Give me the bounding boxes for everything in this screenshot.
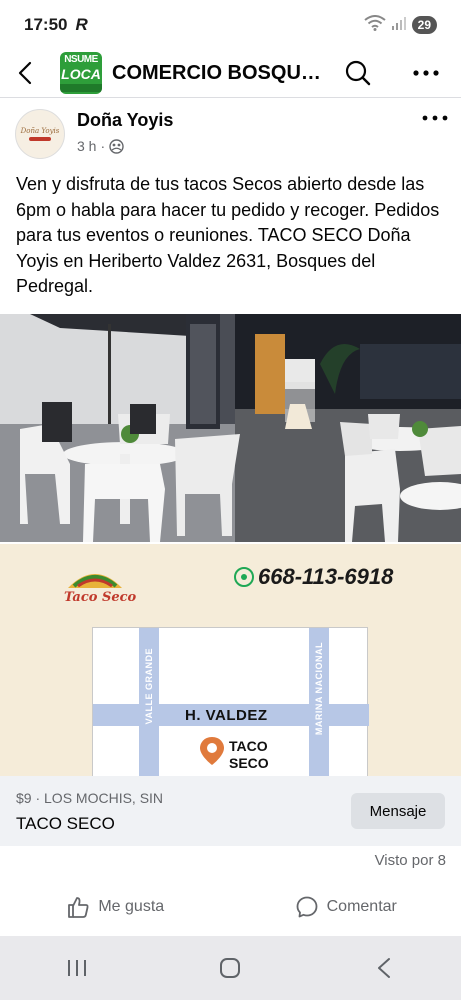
search-icon xyxy=(345,60,371,86)
back-button[interactable] xyxy=(0,50,50,96)
back-chevron-icon xyxy=(378,958,391,978)
group-title[interactable]: COMERCIO BOSQU… xyxy=(112,62,330,85)
group-logo[interactable]: NSUME LOCA xyxy=(60,52,102,94)
post-meta: 3 h · xyxy=(77,138,124,154)
street-label-left: VALLE GRANDE xyxy=(144,648,154,725)
whatsapp-icon xyxy=(234,567,254,587)
status-bar: 17:50 R 29 xyxy=(0,0,461,50)
post-time[interactable]: 3 h xyxy=(77,138,96,154)
post-more-button[interactable] xyxy=(420,106,450,130)
post-photo-flyer[interactable]: Taco Seco 668-113-6918 VALLE GRANDE MARI… xyxy=(0,544,461,776)
street-label-right: MARINA NACIONAL xyxy=(314,642,324,736)
marketplace-card[interactable]: $9 · LOS MOCHIS, SIN TACO SECO Mensaje xyxy=(0,776,461,846)
carrier-icon: R xyxy=(75,15,88,34)
meta-separator: · xyxy=(100,138,106,154)
recent-apps-icon xyxy=(67,960,86,976)
post-text: Ven y disfruta de tus tacos Secos abiert… xyxy=(16,174,440,296)
pin-label-line2: SECO xyxy=(229,755,269,771)
header-more-button[interactable] xyxy=(410,59,442,87)
back-arrow-icon xyxy=(18,61,32,85)
home-button[interactable] xyxy=(200,944,260,992)
home-icon xyxy=(220,958,241,978)
pin-label-line1: TACO xyxy=(229,738,268,754)
avatar-text: Doña Yoyis xyxy=(20,127,60,135)
flyer-phone: 668-113-6918 xyxy=(234,564,393,590)
group-logo-stripe xyxy=(60,84,102,92)
views-count[interactable]: Visto por 8 xyxy=(300,852,446,869)
flyer-phone-number: 668-113-6918 xyxy=(258,564,394,589)
post-header: Doña Yoyis Doña Yoyis 3 h · xyxy=(0,106,461,166)
system-back-button[interactable] xyxy=(354,944,414,992)
location-pin-icon xyxy=(200,737,224,765)
post-photo-patio[interactable] xyxy=(0,314,461,542)
pin-label: TACO SECO xyxy=(229,738,269,772)
signal-icon xyxy=(391,15,406,35)
post-actions: Me gusta Comentar xyxy=(0,882,461,932)
status-right: 29 xyxy=(364,14,437,36)
more-horizontal-icon xyxy=(422,115,448,121)
price-location: $9 · LOS MOCHIS, SIN xyxy=(16,790,164,806)
wifi-icon xyxy=(364,14,386,36)
more-horizontal-icon xyxy=(413,70,439,76)
comment-button[interactable]: Comentar xyxy=(231,882,461,932)
flyer-map: VALLE GRANDE MARINA NACIONAL H. VALDEZ T… xyxy=(92,627,369,776)
header-divider xyxy=(0,97,461,98)
app-header: NSUME LOCA COMERCIO BOSQU… xyxy=(0,50,461,96)
like-label: Me gusta xyxy=(98,898,165,915)
battery-icon: 29 xyxy=(411,16,437,34)
thumbs-up-icon xyxy=(68,897,89,918)
message-button[interactable]: Mensaje xyxy=(351,793,445,829)
system-nav-bar xyxy=(0,936,461,1000)
author-name[interactable]: Doña Yoyis xyxy=(77,110,173,131)
recent-apps-button[interactable] xyxy=(47,944,107,992)
group-logo-line2: LOCA xyxy=(61,66,101,82)
group-audience-icon xyxy=(109,138,124,154)
author-avatar[interactable]: Doña Yoyis xyxy=(15,109,65,159)
flyer-brand: Taco Seco xyxy=(64,590,137,605)
comment-label: Comentar xyxy=(326,898,397,915)
avatar-taco-mark xyxy=(29,137,51,141)
item-title: TACO SECO xyxy=(16,814,115,833)
search-button[interactable] xyxy=(344,59,372,87)
group-logo-line1: NSUME xyxy=(64,54,98,65)
status-left: 17:50 R xyxy=(24,15,88,35)
street-label-horizontal: H. VALDEZ xyxy=(185,707,268,724)
like-button[interactable]: Me gusta xyxy=(0,882,231,932)
comment-icon xyxy=(296,896,318,918)
status-time: 17:50 xyxy=(24,15,68,34)
